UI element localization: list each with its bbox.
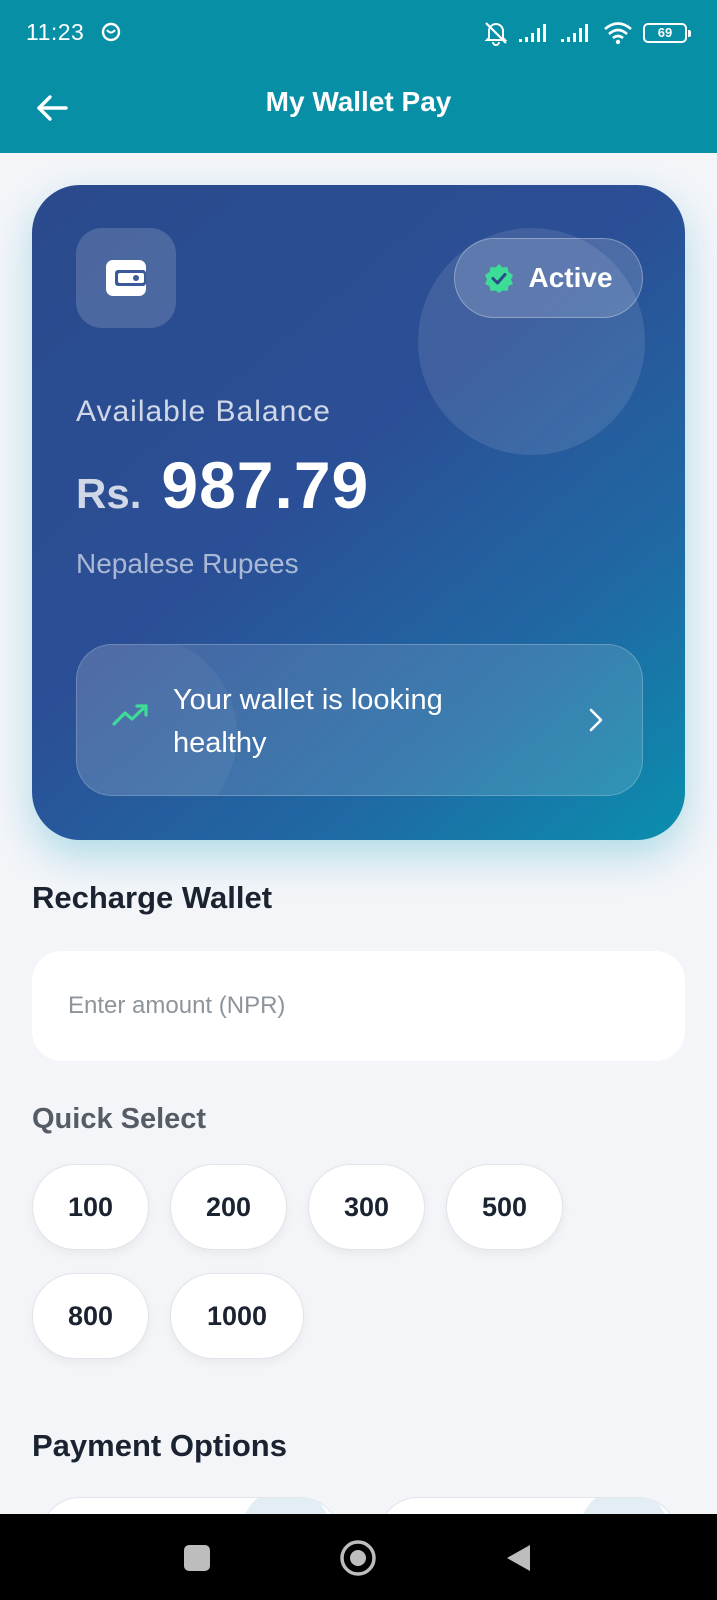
signal-icon (519, 24, 546, 42)
balance-row: Rs. 987.79 (76, 447, 369, 523)
quick-amount-100[interactable]: 100 (32, 1164, 149, 1250)
mute-bell-icon (484, 22, 508, 46)
wallet-health-message: Your wallet is looking healthy (173, 684, 443, 759)
alarm-icon (101, 22, 121, 42)
back-nav-icon (507, 1545, 530, 1571)
recharge-wallet-title: Recharge Wallet (32, 880, 273, 915)
top-bar: 11:23 69 My Wallet Pay (0, 0, 717, 153)
status-badge: Active (454, 238, 643, 318)
quick-select-title: Quick Select (32, 1103, 207, 1135)
balance-currency: Rs. (76, 470, 142, 517)
payment-options-title: Payment Options (32, 1428, 287, 1463)
system-nav-bar (0, 1514, 717, 1600)
wallet-icon (106, 260, 146, 296)
quick-amount-300[interactable]: 300 (308, 1164, 425, 1250)
home-button[interactable] (336, 1536, 380, 1580)
home-nav-icon (340, 1540, 376, 1576)
wifi-icon (604, 22, 632, 45)
chevron-right-icon (589, 708, 603, 732)
trending-up-icon (112, 704, 148, 726)
wallet-balance-card: Active Available Balance Rs. 987.79 Nepa… (32, 185, 685, 840)
status-icons: 69 (483, 20, 691, 46)
status-badge-label: Active (528, 262, 613, 293)
status-time: 11:23 (26, 19, 85, 45)
balance-label: Available Balance (76, 395, 331, 428)
verified-badge-icon (485, 264, 514, 293)
page-title: My Wallet Pay (265, 86, 452, 117)
signal-icon (561, 24, 588, 42)
app-bar: My Wallet Pay (0, 66, 717, 153)
quick-amount-200[interactable]: 200 (170, 1164, 287, 1250)
amount-input[interactable] (32, 951, 685, 1061)
status-bar: 11:23 69 (0, 0, 717, 66)
wallet-icon-tile (76, 228, 176, 328)
square-nav-icon (184, 1545, 210, 1571)
quick-amount-500[interactable]: 500 (446, 1164, 563, 1250)
balance-amount: 987.79 (161, 448, 370, 522)
battery-icon: 69 (643, 23, 691, 43)
quick-amount-1000[interactable]: 1000 (170, 1273, 304, 1359)
wallet-health-banner[interactable]: Your wallet is looking healthy (76, 644, 643, 796)
recents-button[interactable] (175, 1536, 219, 1580)
currency-name: Nepalese Rupees (76, 548, 299, 579)
back-nav-button[interactable] (496, 1536, 540, 1580)
quick-amount-800[interactable]: 800 (32, 1273, 149, 1359)
